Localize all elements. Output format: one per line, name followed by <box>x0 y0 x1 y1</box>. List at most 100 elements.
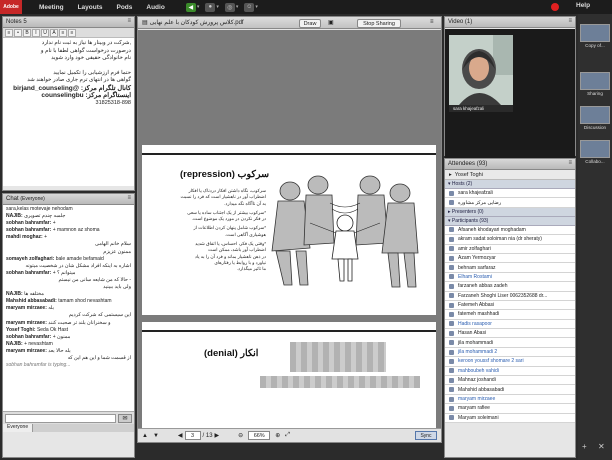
page-down-icon[interactable]: ▼ <box>153 433 159 439</box>
participants-group-header[interactable]: ▾ Participants (93) <box>445 216 575 226</box>
layout-discussion[interactable]: Discussion <box>579 106 611 130</box>
participant-row[interactable]: akram sadat soloiman nia (dr sheraty) <box>445 235 575 245</box>
text-color-button[interactable]: A <box>50 29 58 37</box>
bold-button[interactable]: B <box>23 29 31 37</box>
align-button[interactable]: ≡ <box>59 29 67 37</box>
menu-layouts[interactable]: Layouts <box>71 4 110 11</box>
list-format-button[interactable]: ≡ <box>5 29 13 37</box>
pod-options-icon[interactable]: ≡ <box>127 18 131 24</box>
menu-pods[interactable]: Pods <box>109 4 139 11</box>
participant-row[interactable]: Mahnaz joshandi <box>445 376 575 386</box>
host-row[interactable]: رضایی مرکز مشاوره <box>445 198 575 208</box>
participant-row[interactable]: keroon youssf shomare 2 sari <box>445 357 575 367</box>
webcam-control[interactable]: ◎ ▾ <box>224 2 239 12</box>
pod-options-icon[interactable]: ≡ <box>568 18 572 24</box>
speaker-control[interactable]: ◀ ▾ <box>185 2 200 12</box>
participant-row[interactable]: Maryam soleimani <box>445 413 575 423</box>
participant-row[interactable]: Afsaneh khodayari moghadam <box>445 225 575 236</box>
participant-row[interactable]: farzaneh abbas zadeh <box>445 282 575 292</box>
chat-sender: maryam mirzaee: <box>6 347 47 354</box>
stop-sharing-button[interactable]: Stop Sharing <box>357 19 401 28</box>
participant-row[interactable]: maryam mirzaee <box>445 394 575 405</box>
menu-audio[interactable]: Audio <box>139 4 171 11</box>
zoom-in-icon[interactable]: ⊕ <box>275 432 280 439</box>
participant-icon <box>449 236 454 242</box>
page-number-input[interactable]: 3 <box>184 431 201 440</box>
hosts-group-header[interactable]: ▾ Hosts (2) <box>445 180 575 189</box>
participant-row[interactable]: jila mohammadi <box>445 338 575 348</box>
italic-button[interactable]: I <box>32 29 40 37</box>
add-layout-icon[interactable]: + <box>582 442 587 451</box>
participant-icon <box>449 405 454 411</box>
attendees-pod-title: Attendees <box>448 161 476 167</box>
chat-message-input[interactable] <box>5 413 116 423</box>
layout-collaboration[interactable]: Collabo... <box>579 140 611 164</box>
participant-row[interactable]: mahboubeh vahidi <box>445 366 575 377</box>
layout-sharing[interactable]: Sharing <box>579 72 611 96</box>
chat-input-bar: ✉ <box>3 411 134 424</box>
video-pod-title: Video <box>448 19 464 25</box>
participant-row[interactable]: Mahshid abbasabadi <box>445 385 575 395</box>
justify-button[interactable]: ≡ <box>68 29 76 37</box>
attendee-self-row[interactable]: ▸ Yosef Toghi <box>445 170 575 180</box>
send-message-button[interactable]: ✉ <box>118 413 132 423</box>
presenters-group-header[interactable]: ▸ Presenters (0) <box>445 207 575 217</box>
participant-row[interactable]: Azam Yermozyar <box>445 253 575 264</box>
microphone-control[interactable]: ● ▾ <box>205 2 219 12</box>
shared-document-view[interactable]: سرکوب (repression) سرکوب، نگاه داشتن افک… <box>138 30 441 430</box>
participant-row[interactable]: amir zolfaghari <box>445 244 575 254</box>
participant-row[interactable]: Farzaneh Shoghi Liser 0062352688 dr... <box>445 291 575 301</box>
participant-row[interactable]: behnam sarfaraz <box>445 263 575 273</box>
chevron-down-icon[interactable]: ▾ <box>197 4 200 10</box>
raise-hand-control[interactable]: ☺ ▾ <box>244 2 258 12</box>
participant-row[interactable]: Fatemeh Abbasi <box>445 300 575 311</box>
bullet-button[interactable]: • <box>14 29 22 37</box>
tools-icon[interactable]: ✕ <box>598 442 605 451</box>
next-page-icon[interactable]: ▶ <box>215 432 220 439</box>
participant-row[interactable]: Elham Rostami <box>445 272 575 283</box>
sync-button[interactable]: Sync <box>415 431 437 440</box>
prev-page-icon[interactable]: ◀ <box>178 432 183 439</box>
pod-options-icon[interactable]: ≡ <box>127 195 131 201</box>
blurred-content <box>260 376 420 388</box>
participant-row[interactable]: Hasan Abasi <box>445 329 575 339</box>
presenter-webcam-video[interactable] <box>449 35 513 105</box>
zoom-out-icon[interactable]: ⊖ <box>238 432 243 439</box>
help-menu[interactable]: Help <box>576 2 590 9</box>
participant-row[interactable]: fatemeh mashhadi <box>445 310 575 320</box>
page-up-icon[interactable]: ▲ <box>142 433 148 439</box>
notes-pod: Notes 5 ≡ ≡ • B I U A ≡ ≡ ,شرکت در وبینا… <box>2 16 135 191</box>
host-name: sara khajeafzali <box>458 190 493 197</box>
chat-message: sobhan bahramfar: + میتوانم ؟ <box>6 270 131 277</box>
participant-row[interactable]: maryam rafiee <box>445 404 575 414</box>
participant-name: akram sadat soloiman nia (dr sheraty) <box>458 236 542 243</box>
pod-options-icon[interactable]: ≡ <box>568 160 572 166</box>
chevron-down-icon[interactable]: ▾ <box>255 4 258 10</box>
webcam-icon: ◎ <box>224 2 235 12</box>
notes-phone: 31825318-898 <box>95 99 131 106</box>
chat-text: + <box>52 220 56 227</box>
speaker-icon: ◀ <box>185 2 196 12</box>
pod-options-icon[interactable]: ≡ <box>430 19 434 25</box>
chevron-down-icon[interactable]: ▾ <box>216 4 219 10</box>
layout-copy-of[interactable]: Copy of... <box>579 24 611 48</box>
attendee-count: (93) <box>476 161 488 167</box>
participant-row[interactable]: Hadis rasapoor <box>445 319 575 330</box>
chat-tab-everyone[interactable]: Everyone <box>3 424 34 432</box>
page-indicator: ◀ 3 / 13 ▶ <box>178 431 219 440</box>
participant-row[interactable]: jila mohammadi 2 <box>445 347 575 358</box>
recording-indicator-icon[interactable] <box>551 3 559 11</box>
notes-content[interactable]: ,شرکت در وبینار ها نیاز به ثبت نام ندارد… <box>3 38 134 186</box>
draw-button[interactable]: Draw <box>299 19 321 28</box>
menu-meeting[interactable]: Meeting <box>32 4 71 11</box>
chevron-down-icon[interactable]: ▾ <box>236 4 239 10</box>
chat-messages[interactable]: sara,kelas motevaje nehodam NAJIB: جلسه چ… <box>3 205 134 411</box>
chat-message: اشاره به اینکه افراد مشکل شان در شخصیت م… <box>6 263 131 270</box>
underline-button[interactable]: U <box>41 29 49 37</box>
zoom-select[interactable]: 66% <box>248 431 271 440</box>
participant-icon <box>449 330 454 336</box>
fullscreen-icon[interactable]: ▣ <box>328 19 334 26</box>
host-row[interactable]: sara khajeafzali <box>445 189 575 199</box>
host-icon <box>449 190 454 196</box>
fit-page-icon[interactable]: ⤢ <box>285 432 290 439</box>
